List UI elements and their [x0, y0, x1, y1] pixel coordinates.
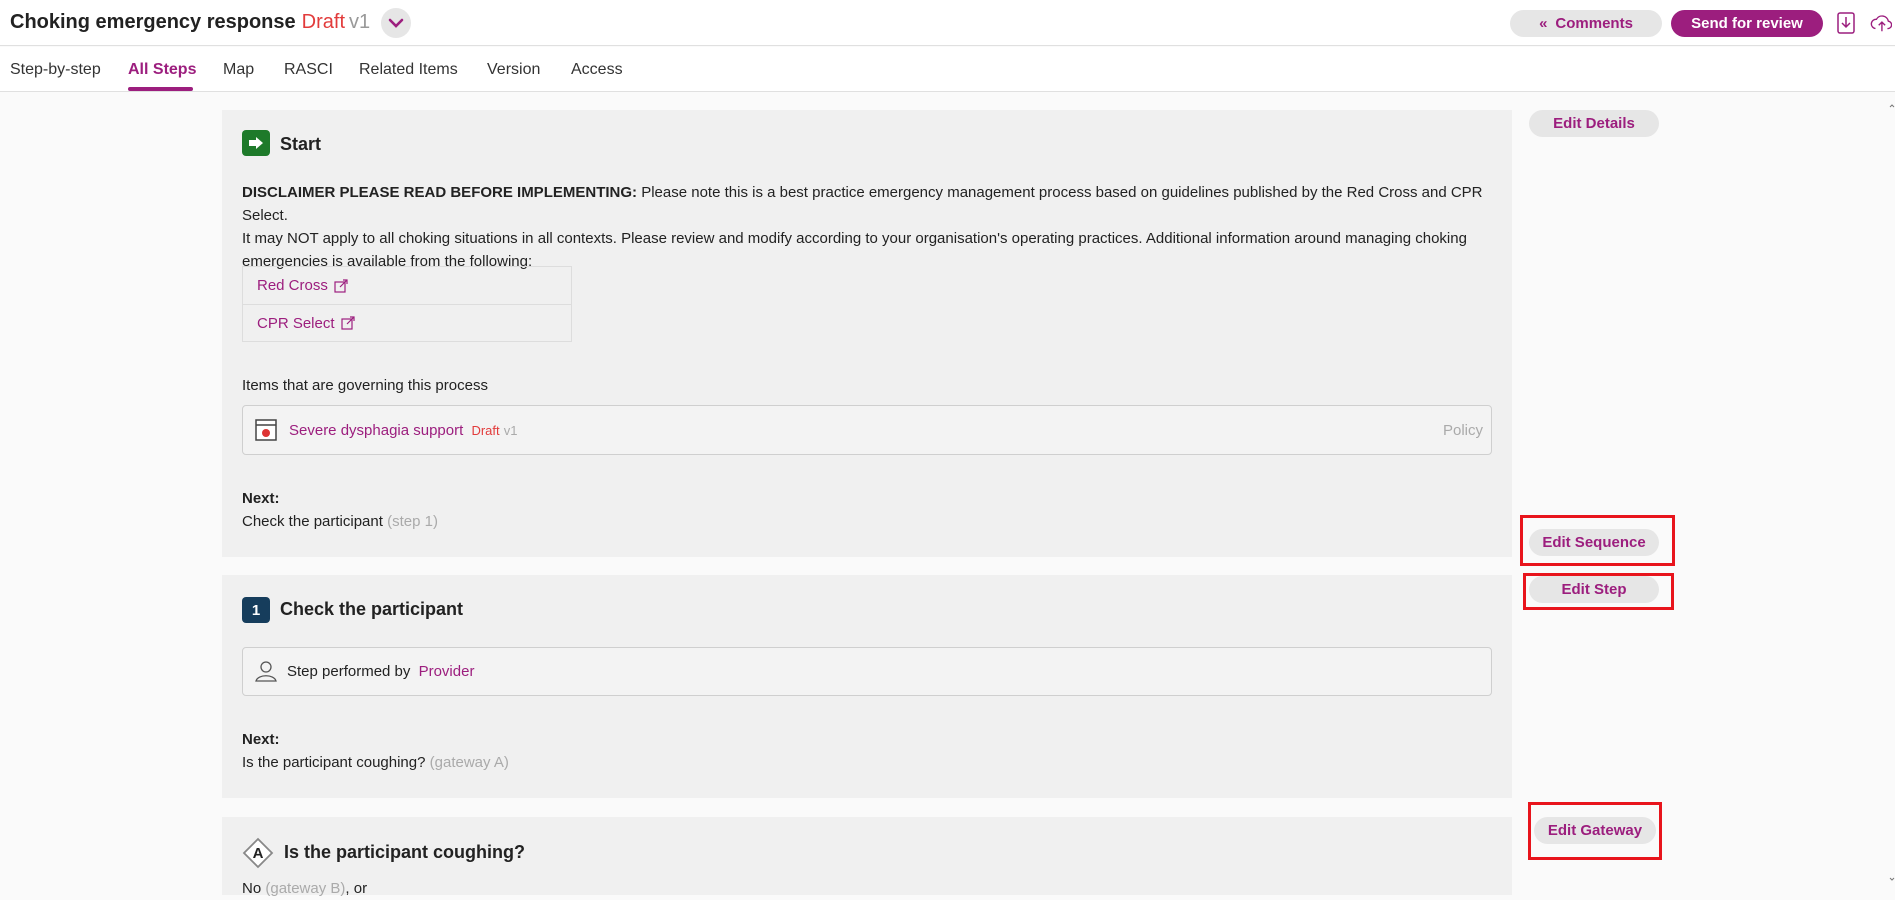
- send-for-review-button[interactable]: Send for review: [1671, 10, 1823, 37]
- governing-item-type: Policy: [1442, 422, 1483, 439]
- edit-step-button[interactable]: Edit Step: [1529, 576, 1659, 603]
- tab-access[interactable]: Access: [571, 61, 623, 79]
- gateway-letter: A: [252, 844, 264, 862]
- edit-gateway-button[interactable]: Edit Gateway: [1534, 817, 1656, 844]
- chevron-down-icon: [388, 18, 404, 28]
- process-title: Choking emergency response: [10, 11, 296, 33]
- title-dropdown-button[interactable]: [381, 8, 411, 38]
- governing-item-name[interactable]: Severe dysphagia support: [289, 422, 463, 439]
- active-tab-indicator: [128, 87, 193, 91]
- governing-item-status: Draft: [471, 423, 500, 438]
- start-card: Start DISCLAIMER PLEASE READ BEFORE IMPL…: [222, 110, 1512, 557]
- page-title: Choking emergency response Draft v1: [10, 11, 370, 34]
- external-link-icon: [340, 316, 355, 330]
- header-bar: Choking emergency response Draft v1 « Comm…: [0, 0, 1895, 46]
- link-cpr-select[interactable]: CPR Select: [243, 304, 571, 341]
- tab-version[interactable]: Version: [487, 61, 540, 79]
- gateway-title: Is the participant coughing?: [284, 842, 526, 862]
- step-number-badge: 1: [242, 597, 270, 623]
- external-link-icon: [334, 278, 348, 293]
- download-icon: [1837, 12, 1855, 34]
- double-chevron-left-icon: «: [1539, 15, 1548, 32]
- tab-step-by-step[interactable]: Step-by-step: [10, 61, 101, 79]
- scroll-up-icon[interactable]: [1889, 103, 1895, 109]
- step-card-1: 1 Check the participant Step performed b…: [222, 575, 1512, 798]
- tab-rasci[interactable]: RASCI: [284, 61, 333, 79]
- next-step-text: Check the participant (step 1): [242, 513, 438, 530]
- tab-all-steps[interactable]: All Steps: [128, 61, 196, 79]
- cloud-upload-icon: [1870, 15, 1892, 32]
- scroll-down-icon[interactable]: [1889, 876, 1895, 882]
- tab-related-items[interactable]: Related Items: [359, 61, 458, 79]
- start-icon: [242, 130, 270, 156]
- performed-by-row: Step performed by Provider: [242, 647, 1492, 696]
- tab-map[interactable]: Map: [223, 61, 254, 79]
- comments-button[interactable]: « Comments: [1510, 10, 1662, 37]
- person-icon: [255, 661, 277, 682]
- gateway-card-a: A Is the participant coughing? No (gatew…: [222, 817, 1512, 897]
- next-label: Next:: [242, 490, 280, 507]
- next-label: Next:: [242, 731, 280, 748]
- link-red-cross[interactable]: Red Cross: [243, 267, 571, 304]
- download-button[interactable]: [1835, 11, 1857, 35]
- edit-sequence-button[interactable]: Edit Sequence: [1529, 529, 1659, 556]
- gateway-option: No (gateway B), or: [242, 880, 368, 897]
- governing-label: Items that are governing this process: [242, 377, 488, 394]
- governing-item-row[interactable]: Severe dysphagia support Draft v1 Policy: [242, 405, 1492, 455]
- tab-bar: Step-by-step All Steps Map RASCI Related…: [0, 47, 1895, 92]
- disclaimer-text: DISCLAIMER PLEASE READ BEFORE IMPLEMENTI…: [242, 184, 1483, 270]
- version-label: v1: [349, 11, 371, 33]
- policy-document-icon: [255, 419, 277, 441]
- upload-button[interactable]: [1870, 11, 1892, 35]
- reference-links: Red Cross CPR Select: [242, 266, 572, 342]
- next-step-text: Is the participant coughing? (gateway A): [242, 754, 509, 771]
- disclaimer-heading: DISCLAIMER PLEASE READ BEFORE IMPLEMENTI…: [242, 184, 638, 201]
- edit-details-button[interactable]: Edit Details: [1529, 110, 1659, 137]
- start-title: Start: [280, 134, 322, 154]
- governing-item-version: v1: [503, 423, 518, 438]
- status-draft: Draft: [301, 11, 345, 33]
- step-title: Check the participant: [280, 599, 464, 619]
- performer-link[interactable]: Provider: [419, 663, 475, 680]
